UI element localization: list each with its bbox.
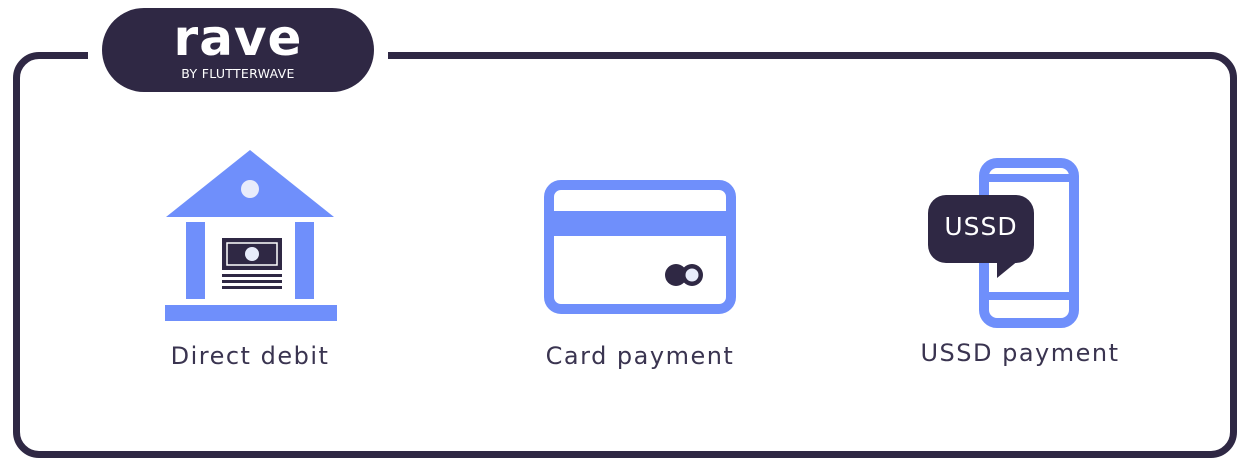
bank-icon [165,150,337,321]
phone-ussd-icon [928,158,1079,328]
ussd-payment-label: USSD payment [920,339,1120,367]
logo-badge: rave BY FLUTTERWAVE [88,4,388,96]
logo-wordmark: rave [173,9,303,67]
rave-logo: rave BY FLUTTERWAVE [102,8,374,92]
cash-icon [222,238,282,289]
credit-card-icon [544,180,736,314]
payment-option-card: Card payment [530,175,750,390]
direct-debit-label: Direct debit [170,342,330,370]
logo-tagline: BY FLUTTERWAVE [181,66,295,81]
payment-option-direct-debit: Direct debit [150,140,350,390]
ussd-bubble-text: USSD [944,212,1018,241]
payment-option-ussd: USSD USSD payment [910,150,1140,390]
card-payment-label: Card payment [545,342,735,370]
